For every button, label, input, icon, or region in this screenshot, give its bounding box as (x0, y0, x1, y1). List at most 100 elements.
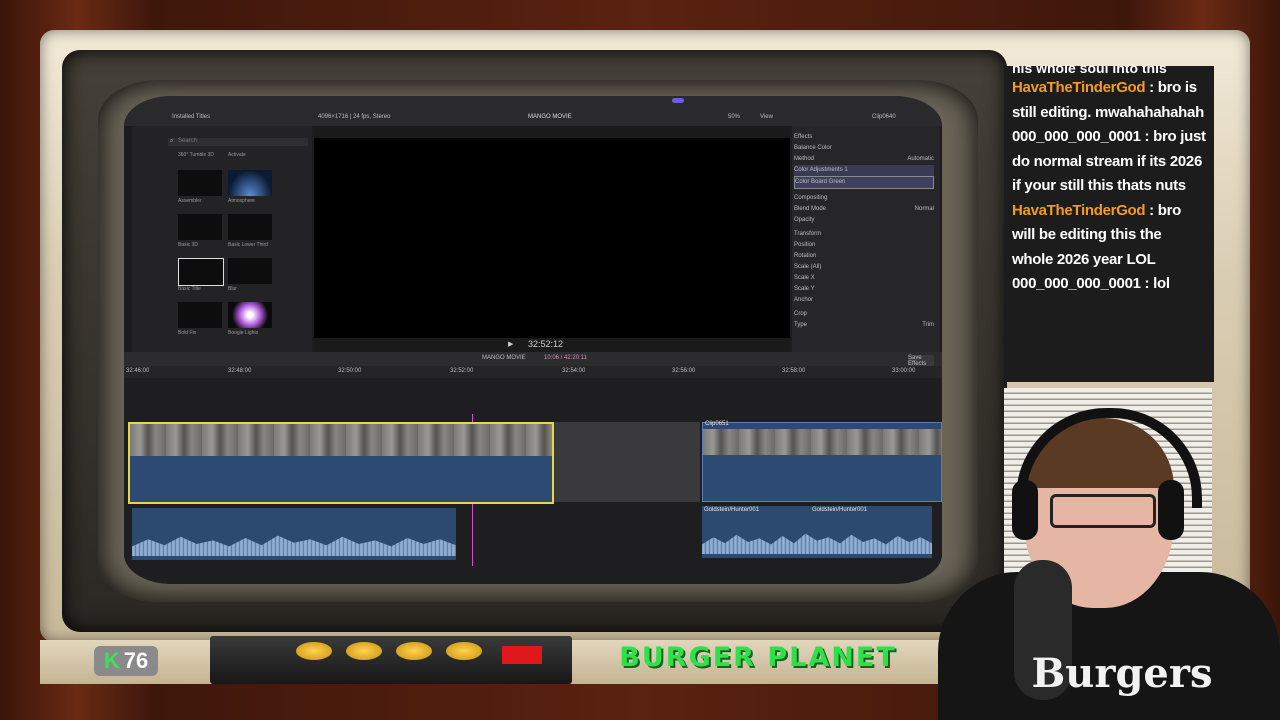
audio-waveform (132, 535, 456, 556)
inspector-opacity[interactable]: Opacity (794, 215, 934, 226)
audio-clip-2[interactable]: Goldstein/Hunter001 Goldstein/Hunter001 (702, 506, 932, 558)
thumb-label: Bold Fin (178, 330, 197, 336)
tv-knobs-panel (210, 636, 572, 684)
chat-message: 000_000_000_0001 : bro just do normal st… (1012, 128, 1206, 194)
inspector-method: Method Automatic (794, 154, 934, 165)
glasses (1050, 494, 1156, 528)
viewer: ▶ 32:52:12 (314, 126, 790, 352)
inspector-scale-y[interactable]: Scale Y (794, 284, 934, 295)
chat-username[interactable]: 000_000_000_0001 (1012, 275, 1141, 292)
thumb-label: Basic Title (178, 286, 201, 292)
play-icon[interactable]: ▶ (508, 340, 513, 348)
ruler-mark: 32:52:00 (450, 368, 474, 374)
filmstrip (703, 429, 941, 455)
blend-mode-label: Blend Mode (794, 206, 827, 212)
knob-icon[interactable] (346, 642, 382, 660)
audio-waveform (702, 533, 932, 554)
viewer-project-name: MANGO MOVIE (528, 114, 572, 120)
viewer-canvas[interactable] (314, 138, 790, 338)
shirt-print: Burgers (1031, 650, 1213, 697)
video-clip-2[interactable]: Clip0651 (702, 421, 942, 502)
search-placeholder: Search (178, 138, 198, 144)
ruler-mark: 32:56:00 (672, 368, 696, 374)
inspector-list: Effects Balance Color Method Automatic C… (794, 132, 934, 331)
method-label: Method (794, 156, 815, 162)
thumb-label: 360° Tumble 3D (178, 152, 214, 158)
inspector-position[interactable]: Position (794, 240, 934, 251)
chat-message: HavaTheTinderGod : bro will be editing t… (1012, 201, 1181, 268)
title-thumb-basic-title[interactable] (178, 258, 224, 286)
inspector-color-board[interactable]: Color Board Green (794, 176, 934, 189)
viewer-count: 76 (123, 648, 149, 673)
gap-clip[interactable] (554, 422, 700, 502)
ruler-mark: 32:58:00 (782, 368, 806, 374)
inspector-balance-color[interactable]: Balance Color (794, 143, 934, 154)
clip-label: Clip0651 (705, 421, 729, 427)
search-field[interactable]: ⌕ Search (168, 138, 308, 146)
viewer-info: 4096×1716 | 24 fps, Stereo (318, 114, 391, 120)
inspector-crop[interactable]: Crop (794, 309, 934, 320)
inspector-color-adjustments[interactable]: Color Adjustments 1 (794, 165, 934, 176)
timecode: 32:52:12 (528, 339, 564, 349)
power-lamp-icon (502, 646, 542, 664)
inspector-scale-x[interactable]: Scale X (794, 273, 934, 284)
brand-logo-text: BURGER PLANET (619, 642, 897, 673)
timeline-toolbar: MANGO MOVIE 10:06 / 42:20:11 Save Effect… (124, 352, 942, 367)
headphone-ear-left (1012, 480, 1038, 540)
ruler-mark: 32:54:00 (562, 368, 586, 374)
timeline-ruler[interactable]: 32:46:00 32:48:00 32:50:00 32:52:00 32:5… (124, 366, 942, 378)
chat-username[interactable]: HavaTheTinderGod (1012, 79, 1146, 96)
view-menu[interactable]: View (760, 114, 773, 120)
timeline-duration: 10:06 / 42:20:11 (544, 355, 587, 361)
knob-icon[interactable] (396, 642, 432, 660)
titles-browser: ⌕ Search 360° Tumble 3D Activate Assembl… (132, 126, 312, 352)
thumb-label: Atmosphere (228, 198, 255, 204)
zoom-menu[interactable]: 50% (728, 114, 740, 120)
title-thumb-boogie-lights[interactable] (228, 302, 272, 328)
chat-username[interactable]: 000_000_000_0001 (1012, 128, 1141, 145)
ruler-mark: 33:00:00 (892, 368, 916, 374)
inspector-clip-name: Clip0640 (872, 114, 896, 120)
title-thumb-bold-fin[interactable] (178, 302, 222, 328)
type-label: Type (794, 322, 808, 328)
title-thumb-assembler[interactable] (178, 170, 222, 196)
chat-message: HavaTheTinderGod : bro is still editing.… (1012, 79, 1204, 121)
inspector-effects[interactable]: Effects (794, 132, 934, 143)
audio-clip-label: Goldstein/Hunter001 (704, 507, 760, 513)
stream-chat: his whole soul into this HavaTheTinderGo… (1004, 66, 1214, 382)
thumb-label: Activate (228, 152, 246, 158)
blend-mode-value[interactable]: Normal (915, 204, 934, 215)
inspector-rotation[interactable]: Rotation (794, 251, 934, 262)
title-thumb-basic-3d[interactable] (178, 214, 222, 240)
inspector-compositing[interactable]: Compositing (794, 193, 934, 204)
inspector-scale-all[interactable]: Scale (All) (794, 262, 934, 273)
thumb-label: Blur (228, 286, 237, 292)
timeline: Clip0651 Goldstein/Hunter001 Goldstein/H… (124, 378, 942, 584)
browser-header[interactable]: Installed Titles (172, 114, 210, 120)
thumb-label: Boogie Lights (228, 330, 259, 336)
inspector-transform[interactable]: Transform (794, 229, 934, 240)
thumb-label: Basic 3D (178, 242, 199, 248)
webcam-feed: Burgers (938, 400, 1280, 720)
title-thumb-basic-lower-third[interactable] (228, 214, 272, 240)
chat-message: 000_000_000_0001 : lol (1012, 275, 1170, 292)
knob-icon[interactable] (296, 642, 332, 660)
knob-icon[interactable] (446, 642, 482, 660)
inspector-anchor[interactable]: Anchor (794, 295, 934, 306)
kick-icon: K (103, 648, 120, 673)
timeline-project-name[interactable]: MANGO MOVIE (482, 355, 526, 361)
method-value[interactable]: Automatic (907, 154, 934, 165)
headphone-ear-right (1158, 480, 1184, 540)
type-value[interactable]: Trim (922, 320, 934, 331)
video-clip-selected[interactable] (128, 422, 554, 504)
chat-username[interactable]: HavaTheTinderGod (1012, 202, 1146, 219)
thumb-label: Assembler (178, 198, 202, 204)
thumb-label: Basic Lower Third (228, 242, 268, 248)
title-thumb-atmosphere[interactable] (228, 170, 272, 196)
ruler-mark: 32:50:00 (338, 368, 362, 374)
ruler-mark: 32:48:00 (228, 368, 252, 374)
kick-viewer-badge: K 76 (94, 646, 158, 676)
title-thumb-blur[interactable] (228, 258, 272, 284)
audio-clip-1[interactable] (132, 508, 456, 560)
chat-partial-line: his whole soul into this (1012, 66, 1167, 76)
